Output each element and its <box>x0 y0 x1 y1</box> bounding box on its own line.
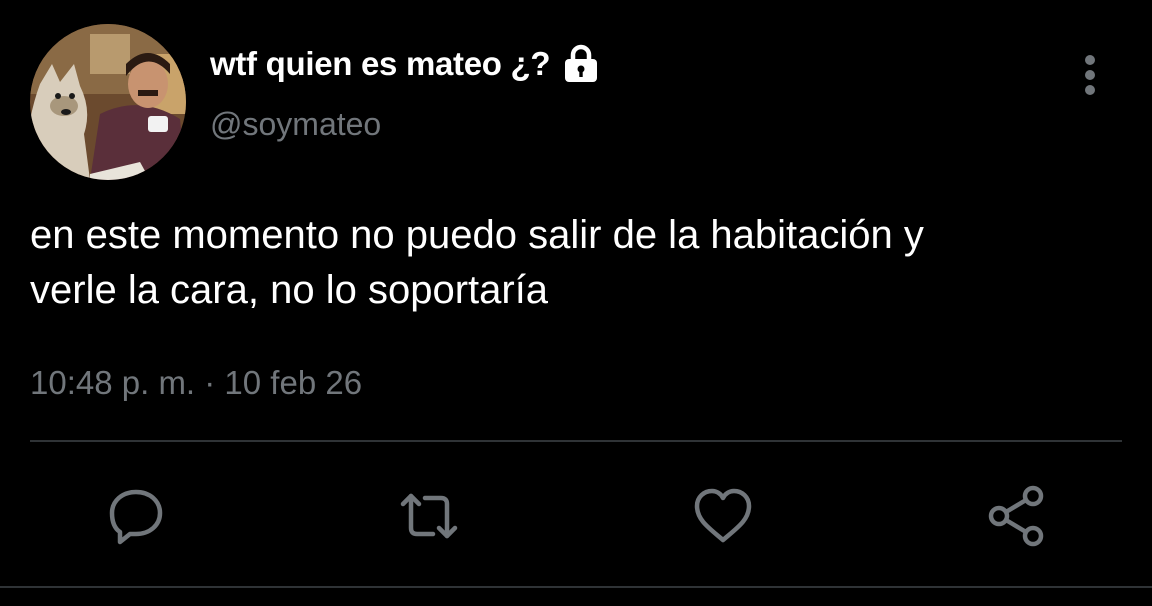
more-options-button[interactable] <box>1072 52 1108 98</box>
tweet-timestamp[interactable]: 10:48 p. m. · 10 feb 26 <box>30 364 362 402</box>
bottom-divider <box>0 586 1152 588</box>
profile-avatar[interactable] <box>30 24 186 180</box>
retweet-icon <box>400 493 458 539</box>
divider <box>30 440 1122 442</box>
reply-icon <box>109 489 163 545</box>
tweet-text-line-2: verle la cara, no lo soportaría <box>30 268 549 312</box>
tweet-text: en este momento no puedo salir de la hab… <box>30 208 1130 318</box>
display-name[interactable]: wtf quien es mateo ¿? <box>210 45 551 83</box>
avatar-image <box>30 24 186 180</box>
reply-button[interactable] <box>104 484 168 548</box>
like-button[interactable] <box>691 484 755 548</box>
heart-icon <box>694 488 752 543</box>
retweet-button[interactable] <box>397 484 461 548</box>
name-row: wtf quien es mateo ¿? <box>210 40 600 88</box>
share-icon <box>988 485 1044 547</box>
more-vertical-icon <box>1085 55 1095 95</box>
tweet-text-line-1: en este momento no puedo salir de la hab… <box>30 213 924 257</box>
share-button[interactable] <box>985 484 1049 548</box>
lock-icon <box>562 44 600 84</box>
user-handle[interactable]: @soymateo <box>210 106 381 143</box>
